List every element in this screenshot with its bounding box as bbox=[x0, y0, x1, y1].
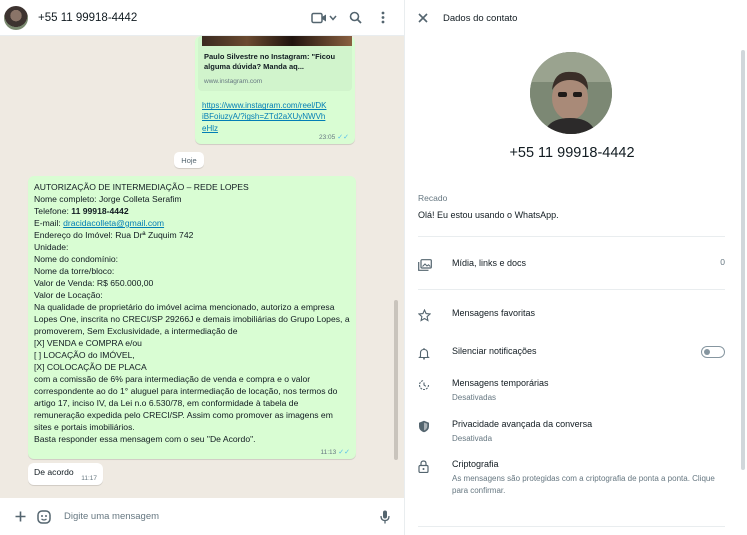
contact-phone-name: +55 11 99918-4442 bbox=[509, 145, 635, 161]
message-link[interactable]: https://www.instagram.com/reel/DKiBFoiuz… bbox=[202, 100, 328, 134]
disappearing-messages-row[interactable]: Mensagens temporárias Desativadas bbox=[418, 377, 725, 404]
divider bbox=[418, 289, 725, 290]
message-line: Endereço do Imóvel: Rua Drª Zuquim 742 bbox=[34, 230, 194, 240]
message-line-phone: Telefone: 11 99918-4442 bbox=[34, 206, 129, 216]
contact-info-title: Dados do contato bbox=[443, 12, 518, 24]
message-line: Nome do condomínio: bbox=[34, 254, 119, 264]
starred-messages-label: Mensagens favoritas bbox=[452, 308, 536, 318]
about-label: Recado bbox=[418, 193, 448, 203]
encryption-description: As mensagens são protegidas com a cripto… bbox=[452, 474, 715, 495]
message-line: Unidade: bbox=[34, 242, 69, 252]
media-links-docs-row[interactable]: Mídia, links e docs 0 bbox=[418, 257, 725, 273]
media-gallery-icon bbox=[418, 257, 440, 273]
media-links-docs-label: Mídia, links e docs bbox=[452, 258, 527, 268]
link-preview-card[interactable]: Paulo Silvestre no Instagram: "Ficou alg… bbox=[198, 36, 352, 92]
message-paragraph: com a comissão de 6% para intermediação … bbox=[34, 374, 338, 432]
message-line-email: E-mail: dracidacolleta@gmail.com bbox=[34, 218, 165, 228]
video-call-icon[interactable] bbox=[307, 4, 341, 32]
message-line: AUTORIZAÇÃO DE INTERMEDIAÇÃO – REDE LOPE… bbox=[34, 182, 249, 192]
divider bbox=[418, 526, 725, 527]
message-line: Nome da torre/bloco: bbox=[34, 266, 115, 276]
timer-icon bbox=[418, 377, 440, 393]
message-line: Nome completo: Jorge Colleta Serafim bbox=[34, 194, 182, 204]
message-time: 23:05 ✓✓ bbox=[318, 134, 349, 141]
disappearing-messages-label: Mensagens temporárias bbox=[452, 378, 549, 388]
read-ticks-icon: ✓✓ bbox=[338, 449, 350, 456]
advanced-privacy-label: Privacidade avançada da conversa bbox=[452, 419, 593, 429]
disappearing-messages-status: Desativadas bbox=[452, 393, 497, 402]
divider bbox=[418, 236, 725, 237]
lock-icon bbox=[418, 458, 440, 474]
plus-icon[interactable] bbox=[8, 505, 32, 529]
message-line: Valor de Locação: bbox=[34, 290, 103, 300]
chat-contact-name[interactable]: +55 11 99918-4442 bbox=[38, 12, 307, 24]
authorization-message-bubble[interactable]: AUTORIZAÇÃO DE INTERMEDIAÇÃO – REDE LOPE… bbox=[28, 176, 356, 459]
mute-toggle[interactable] bbox=[701, 346, 725, 358]
message-list[interactable]: Paulo Silvestre no Instagram: "Ficou alg… bbox=[0, 36, 404, 498]
reply-message-bubble[interactable]: De acordo 11:17 bbox=[28, 463, 103, 485]
chat-pane: +55 11 99918-4442 Paulo Silvestre no Ins… bbox=[0, 0, 405, 535]
sticker-icon[interactable] bbox=[32, 505, 56, 529]
chat-header[interactable]: +55 11 99918-4442 bbox=[0, 0, 404, 36]
shield-icon bbox=[418, 418, 440, 434]
advanced-privacy-row[interactable]: Privacidade avançada da conversa Desativ… bbox=[418, 418, 725, 445]
media-count: 0 bbox=[720, 257, 725, 267]
info-scrollbar[interactable] bbox=[741, 50, 745, 470]
date-divider: Hoje bbox=[174, 152, 204, 168]
menu-icon[interactable] bbox=[369, 4, 397, 32]
message-input[interactable] bbox=[64, 511, 373, 522]
message-line: [X] VENDA e COMPRA e/ou bbox=[34, 338, 142, 348]
chat-scrollbar[interactable] bbox=[394, 300, 398, 460]
message-composer bbox=[0, 498, 404, 535]
link-message-bubble[interactable]: Paulo Silvestre no Instagram: "Ficou alg… bbox=[195, 36, 355, 144]
link-preview-domain: www.instagram.com bbox=[204, 78, 263, 86]
about-text: Olá! Eu estou usando o WhatsApp. bbox=[418, 210, 559, 220]
reply-text: De acordo bbox=[34, 467, 74, 477]
encryption-label: Criptografia bbox=[452, 459, 499, 469]
link-preview-thumbnail bbox=[202, 36, 352, 46]
starred-messages-row[interactable]: Mensagens favoritas bbox=[418, 307, 725, 323]
bell-icon bbox=[418, 345, 440, 361]
advanced-privacy-status: Desativada bbox=[452, 434, 493, 443]
close-icon[interactable] bbox=[415, 10, 431, 26]
star-icon bbox=[418, 307, 440, 323]
microphone-icon[interactable] bbox=[373, 505, 397, 529]
message-time: 11:13 ✓✓ bbox=[320, 449, 350, 456]
contact-avatar[interactable] bbox=[4, 5, 28, 30]
message-time: 11:17 bbox=[81, 475, 97, 482]
mute-notifications-row[interactable]: Silenciar notificações bbox=[418, 345, 725, 361]
contact-info-pane: Dados do contato +55 11 99918-4442 Recad… bbox=[405, 0, 747, 535]
message-line: Valor de Venda: R$ 650.000,00 bbox=[34, 278, 154, 288]
mute-notifications-label: Silenciar notificações bbox=[452, 346, 537, 356]
message-line: Basta responder essa mensagem com o seu … bbox=[34, 434, 256, 444]
link-preview-title: Paulo Silvestre no Instagram: "Ficou alg… bbox=[204, 52, 336, 72]
message-paragraph: Na qualidade de proprietário do imóvel a… bbox=[34, 302, 350, 336]
message-line: [X] COLOCAÇÃO DE PLACA bbox=[34, 362, 147, 372]
search-icon[interactable] bbox=[341, 4, 369, 32]
contact-info-header: Dados do contato bbox=[405, 0, 747, 36]
email-link[interactable]: dracidacolleta@gmail.com bbox=[63, 218, 164, 228]
contact-photo[interactable] bbox=[530, 52, 612, 134]
phone-number: 11 99918-4442 bbox=[71, 206, 129, 216]
read-ticks-icon: ✓✓ bbox=[337, 134, 349, 141]
message-line: [ ] LOCAÇÃO do IMÓVEL, bbox=[34, 350, 135, 360]
encryption-row[interactable]: Criptografia As mensagens são protegidas… bbox=[418, 458, 725, 497]
